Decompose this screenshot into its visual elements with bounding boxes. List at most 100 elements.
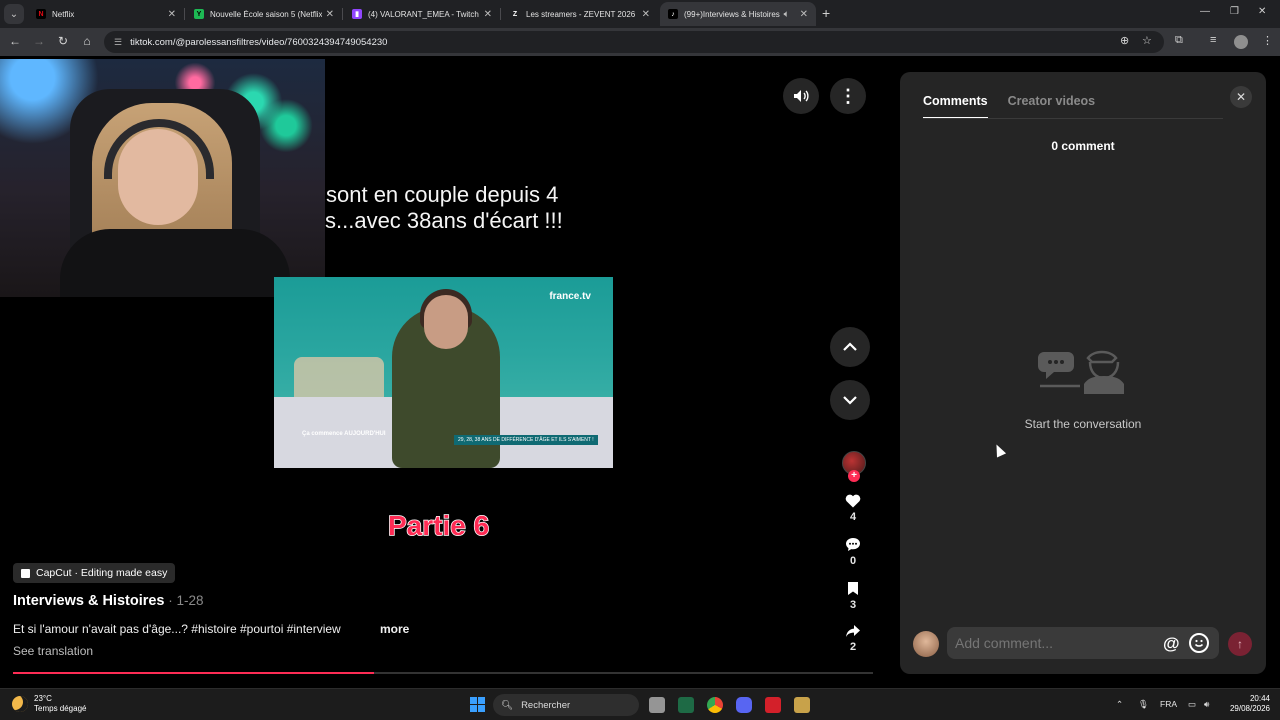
show-logo: Ça commence AUJOURD'HUI [302, 431, 386, 437]
tray-chevron-icon[interactable]: ⌃ [1116, 699, 1123, 710]
excel-icon[interactable] [678, 697, 694, 713]
taskbar-search-label: Rechercher [521, 699, 571, 711]
close-window-icon[interactable]: ✕ [1258, 6, 1266, 17]
tab-comments[interactable]: Comments [923, 94, 988, 119]
forward-icon[interactable]: → [31, 34, 47, 48]
language-indicator[interactable]: FRA [1160, 699, 1177, 709]
tab-nouvelle-ecole[interactable]: Y Nouvelle École saison 5 (Netflix) ✕ [186, 2, 343, 26]
video-caption-line-1: sont en couple depuis 4 [326, 182, 559, 207]
empty-state-text: Start the conversation [1024, 417, 1142, 431]
volume-button[interactable] [783, 78, 819, 114]
capcut-icon [21, 568, 30, 578]
bookmark-icon [848, 582, 858, 595]
comment-bubble-icon [846, 538, 860, 551]
tab-tiktok[interactable]: ♪ (99+)Interviews & Histoires 🔈︎ ✕ [660, 2, 816, 26]
tiktok-icon: ♪ [668, 9, 678, 19]
tab-twitch[interactable]: ▮ (4) VALORANT_EMEA - Twitch ✕ [344, 2, 501, 26]
profile-avatar[interactable] [1234, 35, 1248, 49]
netflix-icon: N [36, 9, 46, 19]
restore-icon[interactable]: ❐ [1230, 6, 1239, 17]
video-clip-frame[interactable]: france.tv Ça commence AUJOURD'HUI 29, 28… [274, 277, 613, 468]
close-panel-button[interactable]: ✕ [1230, 86, 1252, 108]
volume-icon [794, 90, 809, 102]
address-bar[interactable]: ☰ tiktok.com/@parolessansfiltres/video/7… [104, 31, 1164, 53]
chrome-icon[interactable] [707, 697, 723, 713]
tv-banner: 29, 28, 38 ANS DE DIFFÉRENCE D'ÂGE ET IL… [454, 435, 598, 445]
weather-widget[interactable]: 23°C Temps dégagé [34, 694, 86, 714]
close-tab-icon[interactable]: ✕ [168, 9, 176, 20]
taskbar-search[interactable]: 🔍︎ Rechercher [493, 694, 639, 716]
menu-kebab-icon[interactable]: ⋮ [1262, 34, 1273, 47]
bookmark-star-icon[interactable]: ☆ [1142, 34, 1152, 47]
discord-icon[interactable] [736, 697, 752, 713]
share-count: 2 [849, 641, 857, 653]
temperature: 23°C [34, 694, 52, 703]
close-tab-icon[interactable]: ✕ [642, 9, 650, 20]
browser-tab-strip: ⌄ N Netflix ✕ Y Nouvelle École saison 5 … [0, 0, 1280, 28]
video-author-title[interactable]: Interviews & Histoires · 1-28 [13, 593, 204, 609]
video-progress-bar[interactable] [13, 672, 873, 674]
media-icon[interactable]: ≡ [1210, 34, 1216, 46]
tiktok-video-page: sont en couple depuis 4 s...avec 38ans d… [0, 56, 1280, 688]
zevent-icon: Z [510, 9, 520, 19]
extensions-icon[interactable]: ⧉ [1175, 34, 1183, 47]
y-icon: Y [194, 9, 204, 19]
tab-title: Netflix [52, 9, 75, 19]
more-button[interactable]: more [380, 622, 409, 636]
arrow-up-icon: ↑ [1237, 637, 1243, 651]
speaker-icon[interactable]: 🔈︎ [784, 9, 790, 20]
reload-icon[interactable]: ↻ [55, 34, 71, 48]
tab-zevent[interactable]: Z Les streamers - ZEVENT 2026 ✕ [502, 2, 658, 26]
france-tv-logo: france.tv [549, 291, 591, 302]
windows-start-icon[interactable] [470, 697, 485, 712]
task-view-icon[interactable] [649, 697, 665, 713]
chevron-up-icon [843, 342, 857, 351]
save-action[interactable]: 3 [838, 581, 868, 611]
send-comment-button[interactable]: ↑ [1228, 632, 1252, 656]
close-icon: ✕ [1235, 90, 1247, 104]
previous-video-button[interactable] [830, 327, 870, 367]
new-tab-icon[interactable]: + [822, 5, 830, 21]
video-caption-line-2: s...avec 38ans d'écart !!! [325, 208, 563, 233]
tab-title: Les streamers - ZEVENT 2026 [526, 9, 636, 19]
site-info-icon[interactable]: ☰ [114, 37, 122, 48]
author-name[interactable]: Interviews & Histoires [13, 593, 165, 609]
tab-creator-videos[interactable]: Creator videos [1008, 94, 1096, 119]
heart-icon [845, 494, 861, 508]
moon-weather-icon[interactable] [12, 696, 28, 712]
webcam-overlay [0, 59, 325, 297]
video-progress-fill [13, 672, 375, 674]
microphone-icon[interactable]: 🎙︎ [1138, 699, 1149, 710]
system-clock[interactable]: 20:44 29/08/2026 [1226, 694, 1270, 714]
tab-netflix[interactable]: N Netflix ✕ [28, 2, 185, 26]
tab-search-icon[interactable]: ⌄ [4, 4, 24, 24]
capcut-label: CapCut · Editing made easy [36, 567, 168, 579]
close-tab-icon[interactable]: ✕ [800, 9, 808, 20]
minimize-icon[interactable]: — [1200, 6, 1210, 17]
twitch-icon: ▮ [352, 9, 362, 19]
emoji-icon[interactable] [1189, 633, 1209, 653]
close-tab-icon[interactable]: ✕ [326, 9, 334, 20]
like-action[interactable]: 4 [838, 494, 868, 523]
zoom-icon[interactable]: ⊕ [1120, 34, 1129, 47]
video-description: Et si l'amour n'avait pas d'âge...? #his… [13, 622, 341, 636]
back-icon[interactable]: ← [7, 34, 23, 48]
see-translation-link[interactable]: See translation [13, 644, 93, 658]
share-arrow-icon [846, 625, 860, 637]
chevron-down-icon [843, 396, 857, 405]
capcut-badge[interactable]: CapCut · Editing made easy [13, 563, 176, 583]
share-action[interactable]: 2 [838, 624, 868, 653]
network-icon[interactable]: ▭ [1188, 699, 1196, 710]
clock-time: 20:44 [1249, 694, 1270, 703]
mention-icon[interactable]: @ [1163, 634, 1180, 654]
close-tab-icon[interactable]: ✕ [484, 9, 492, 20]
next-video-button[interactable] [830, 380, 870, 420]
more-options-button[interactable]: ⋮ [830, 78, 866, 114]
home-icon[interactable]: ⌂ [79, 34, 95, 48]
app-red-icon[interactable] [765, 697, 781, 713]
speaker-tray-icon[interactable]: 🔊︎ [1204, 699, 1209, 710]
league-icon[interactable] [794, 697, 810, 713]
weather-condition: Temps dégagé [34, 704, 87, 713]
comment-action[interactable]: 0 [838, 537, 868, 567]
follow-plus-icon[interactable]: + [848, 470, 860, 482]
